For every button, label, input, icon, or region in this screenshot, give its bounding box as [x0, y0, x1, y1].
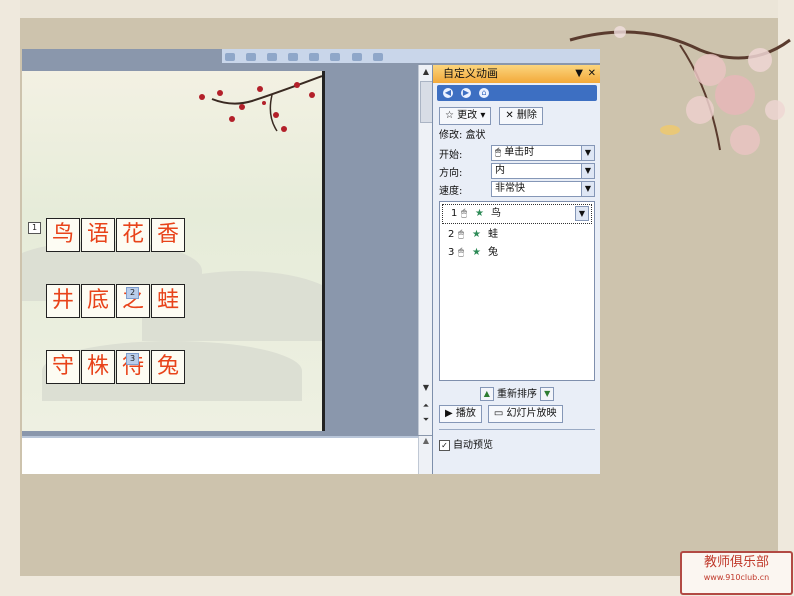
- chevron-down-icon[interactable]: ▼: [581, 182, 594, 196]
- animation-order-tag: 2: [126, 287, 139, 299]
- idiom-char: 鸟: [46, 218, 80, 252]
- slide-edge-shadow: [322, 71, 325, 431]
- chevron-down-icon[interactable]: ▼: [581, 146, 594, 160]
- plum-branch-decoration: [199, 75, 322, 132]
- toolbar-icon[interactable]: [246, 53, 257, 61]
- frame-bottom: [0, 576, 794, 596]
- move-up-icon[interactable]: ▲: [479, 387, 494, 401]
- direction-select[interactable]: 内 ▼: [491, 163, 595, 179]
- direction-field: 方向: 内 ▼: [439, 163, 595, 179]
- reorder-row: ▲ 重新排序 ▼: [433, 385, 600, 401]
- animation-list-item[interactable]: 3 🖱 ★ 兔: [440, 244, 594, 262]
- prev-slide-icon[interactable]: ⏶: [419, 399, 433, 413]
- slide-vertical-scrollbar[interactable]: ▲ ▼ ⏶ ⏷: [418, 65, 434, 435]
- animation-list-item[interactable]: 1 🖱 ★ 鸟 ▼: [442, 204, 592, 224]
- autopreview-checkbox[interactable]: ✓ 自动预览: [439, 436, 595, 451]
- idiom-char: 守: [46, 350, 80, 384]
- mouse-click-icon: 🖱: [458, 247, 464, 258]
- toolbar-strip: [222, 49, 600, 63]
- next-slide-icon[interactable]: ⏷: [419, 413, 433, 427]
- taskpane-nav-bar: ◀ ▶ ⌂: [437, 85, 597, 101]
- toolbar-icon[interactable]: [351, 53, 362, 61]
- idiom-row-1[interactable]: 鸟 语 花 香: [46, 218, 185, 252]
- divider: [439, 429, 595, 430]
- idiom-char: 香: [151, 218, 185, 252]
- remove-effect-button[interactable]: ✕ 删除: [499, 107, 543, 125]
- idiom-char: 井: [46, 284, 80, 318]
- frame-left: [0, 0, 20, 596]
- start-select[interactable]: 🖱 单击时 ▼: [491, 145, 595, 161]
- notes-pane[interactable]: [22, 436, 418, 474]
- club-logo-stamp: 教师俱乐部 www.910club.cn: [680, 551, 793, 595]
- taskpane-menu-icon[interactable]: ▼: [575, 65, 583, 83]
- start-field: 开始: 🖱 单击时 ▼: [439, 145, 595, 161]
- toolbar-icon[interactable]: [225, 53, 235, 61]
- start-label: 开始:: [439, 149, 463, 161]
- play-button[interactable]: ▶ 播放: [439, 405, 482, 423]
- speed-label: 速度:: [439, 185, 463, 197]
- slide-canvas[interactable]: 1 鸟 语 花 香 井 底 之 蛙 2 守 株 待 兔 3: [22, 71, 322, 431]
- toolbar-icon[interactable]: [288, 53, 299, 61]
- animation-list[interactable]: 1 🖱 ★ 鸟 ▼ 2 🖱 ★ 蛙 3 🖱 ★ 兔: [439, 201, 595, 381]
- toolbar-icon[interactable]: [372, 53, 383, 61]
- speed-select[interactable]: 非常快 ▼: [491, 181, 595, 197]
- move-down-icon[interactable]: ▼: [540, 387, 555, 401]
- checkbox-checked-icon[interactable]: ✓: [439, 439, 450, 451]
- effect-button-row: ☆ 更改 ▾ ✕ 删除: [439, 107, 595, 125]
- chevron-down-icon[interactable]: ▼: [581, 164, 594, 178]
- toolbar-icon[interactable]: [267, 53, 278, 61]
- mouse-click-icon: 🖱: [458, 229, 464, 240]
- change-effect-button[interactable]: ☆ 更改 ▾: [439, 107, 492, 125]
- taskpane-title-bar: 自定义动画 ▼ ✕: [433, 65, 600, 83]
- idiom-row-3[interactable]: 守 株 待 兔: [46, 350, 185, 384]
- modify-effect-label: 修改: 盒状: [439, 130, 486, 141]
- toolbar-icon[interactable]: [309, 53, 320, 61]
- entrance-effect-icon: ★: [472, 247, 481, 258]
- animation-list-item[interactable]: 2 🖱 ★ 蛙: [440, 226, 594, 244]
- mouse-click-icon: 🖱: [461, 208, 467, 219]
- entrance-effect-icon: ★: [472, 229, 481, 240]
- scroll-down-icon[interactable]: ▼: [419, 381, 433, 395]
- custom-animation-pane: 自定义动画 ▼ ✕ ◀ ▶ ⌂ ☆ 更改 ▾ ✕ 删除 修改: 盒状 开始: 🖱…: [432, 65, 600, 474]
- idiom-char: 语: [81, 218, 115, 252]
- back-icon[interactable]: ◀: [443, 88, 453, 98]
- scroll-up-icon[interactable]: ▲: [419, 65, 433, 79]
- idiom-char: 兔: [151, 350, 185, 384]
- idiom-char: 花: [116, 218, 150, 252]
- idiom-char: 底: [81, 284, 115, 318]
- notes-scrollbar[interactable]: ▲: [418, 436, 433, 474]
- idiom-char: 蛙: [151, 284, 185, 318]
- direction-label: 方向:: [439, 167, 463, 179]
- toolbar-icon[interactable]: [330, 53, 341, 61]
- speed-field: 速度: 非常快 ▼: [439, 181, 595, 197]
- slideshow-button[interactable]: ▭ 幻灯片放映: [487, 405, 563, 423]
- taskpane-title: 自定义动画: [443, 67, 498, 80]
- stamp-title: 教师俱乐部: [703, 555, 769, 570]
- reorder-label: 重新排序: [497, 389, 537, 400]
- app-window: 1 鸟 语 花 香 井 底 之 蛙 2 守 株 待 兔 3 ▲ ▼ ⏶ ⏷ ▲: [22, 49, 600, 474]
- playback-button-row: ▶ 播放 ▭ 幻灯片放映: [439, 405, 595, 423]
- stamp-url: www.910club.cn: [703, 573, 770, 582]
- chevron-down-icon[interactable]: ▼: [575, 206, 589, 221]
- entrance-effect-icon: ★: [475, 208, 484, 219]
- idiom-row-2[interactable]: 井 底 之 蛙: [46, 284, 185, 318]
- idiom-char: 株: [81, 350, 115, 384]
- animation-order-tag: 1: [28, 222, 41, 234]
- forward-icon[interactable]: ▶: [461, 88, 471, 98]
- close-icon[interactable]: ✕: [588, 65, 596, 83]
- home-icon[interactable]: ⌂: [479, 88, 489, 98]
- animation-order-tag: 3: [126, 353, 139, 365]
